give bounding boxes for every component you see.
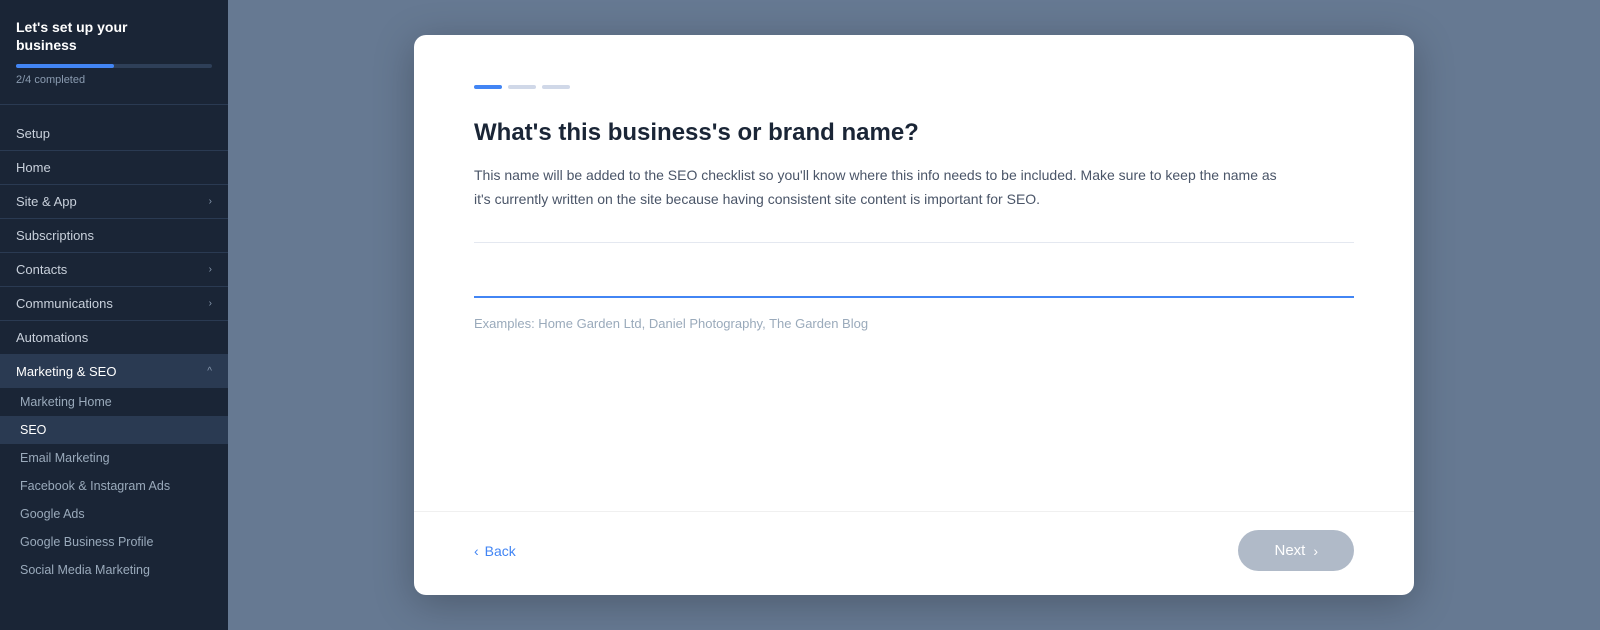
modal-divider bbox=[474, 242, 1354, 243]
modal-description: This name will be added to the SEO check… bbox=[474, 164, 1294, 212]
input-examples: Examples: Home Garden Ltd, Daniel Photog… bbox=[474, 316, 1354, 331]
step-dot-2 bbox=[508, 85, 536, 89]
chevron-left-icon: ‹ bbox=[474, 543, 479, 559]
progress-bar-container bbox=[16, 64, 212, 68]
sidebar-sub-google-business[interactable]: Google Business Profile bbox=[0, 528, 228, 556]
chevron-up-icon-marketing: ^ bbox=[207, 366, 212, 377]
modal-card: What's this business's or brand name? Th… bbox=[414, 35, 1414, 595]
main-area: What's this business's or brand name? Th… bbox=[228, 0, 1600, 630]
step-indicators bbox=[474, 85, 1354, 89]
modal-question: What's this business's or brand name? bbox=[474, 117, 1354, 148]
progress-text: 2/4 completed bbox=[16, 74, 212, 86]
back-button[interactable]: ‹ Back bbox=[474, 535, 516, 567]
sidebar-nav: Setup Home Site & App › Subscriptions Co… bbox=[0, 113, 228, 630]
sidebar-sub-email-marketing[interactable]: Email Marketing bbox=[0, 444, 228, 472]
sidebar-sub-seo[interactable]: SEO bbox=[0, 416, 228, 444]
sidebar: Let's set up yourbusiness 2/4 completed … bbox=[0, 0, 228, 630]
sidebar-item-communications[interactable]: Communications › bbox=[0, 287, 228, 320]
sidebar-item-subscriptions[interactable]: Subscriptions bbox=[0, 219, 228, 252]
sidebar-divider bbox=[0, 104, 228, 105]
chevron-right-btn-icon: › bbox=[1313, 543, 1318, 559]
sidebar-item-automations[interactable]: Automations bbox=[0, 321, 228, 354]
sidebar-sub-google-ads[interactable]: Google Ads bbox=[0, 500, 228, 528]
chevron-right-icon: › bbox=[209, 196, 212, 207]
sidebar-sub-facebook-instagram[interactable]: Facebook & Instagram Ads bbox=[0, 472, 228, 500]
sidebar-item-marketing-seo[interactable]: Marketing & SEO ^ bbox=[0, 355, 228, 388]
sidebar-item-site-app[interactable]: Site & App › bbox=[0, 185, 228, 218]
sidebar-item-setup[interactable]: Setup bbox=[0, 117, 228, 150]
sidebar-item-contacts[interactable]: Contacts › bbox=[0, 253, 228, 286]
modal-body: What's this business's or brand name? Th… bbox=[414, 35, 1414, 511]
sidebar-sub-social-media[interactable]: Social Media Marketing bbox=[0, 556, 228, 584]
sidebar-sub-marketing-home[interactable]: Marketing Home bbox=[0, 388, 228, 416]
step-dot-3 bbox=[542, 85, 570, 89]
chevron-right-icon-comms: › bbox=[209, 298, 212, 309]
chevron-right-icon-contacts: › bbox=[209, 264, 212, 275]
step-dot-1 bbox=[474, 85, 502, 89]
modal-footer: ‹ Back Next › bbox=[414, 511, 1414, 595]
brand-name-input[interactable] bbox=[474, 263, 1354, 298]
sidebar-title: Let's set up yourbusiness bbox=[16, 18, 212, 54]
next-button[interactable]: Next › bbox=[1238, 530, 1354, 571]
sidebar-item-home[interactable]: Home bbox=[0, 151, 228, 184]
sidebar-header: Let's set up yourbusiness 2/4 completed bbox=[0, 0, 228, 104]
progress-bar-fill bbox=[16, 64, 114, 68]
